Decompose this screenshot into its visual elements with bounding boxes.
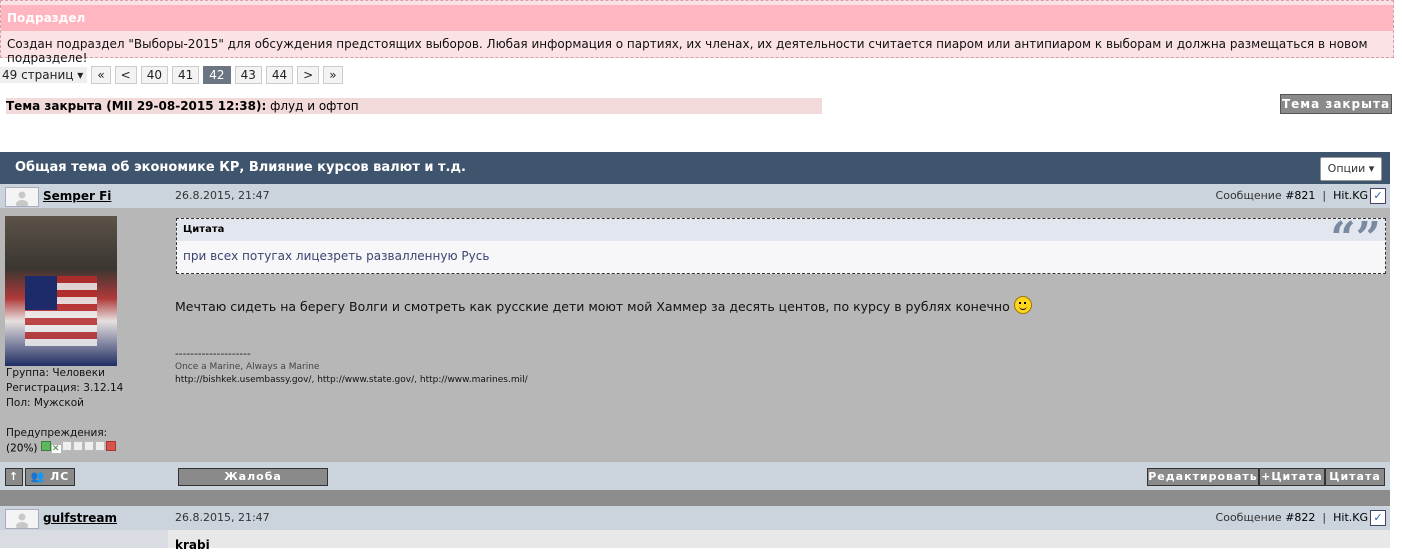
- page-44[interactable]: 44: [265, 66, 294, 84]
- user-icon: [5, 187, 39, 208]
- multi-quote-button[interactable]: +Цитата: [1259, 468, 1325, 486]
- warning-minus-icon[interactable]: [40, 441, 51, 451]
- post-meta: Сообщение #822 | Hit.KG: [1215, 511, 1368, 524]
- select-post-checkbox[interactable]: ✓: [1370, 510, 1386, 526]
- signature-links: http://bishkek.usembassy.gov/, http://ww…: [175, 375, 528, 385]
- signature-separator: --------------------: [175, 348, 251, 360]
- post-meta: Сообщение #821 | Hit.KG: [1215, 189, 1368, 202]
- page-last[interactable]: »: [323, 66, 343, 84]
- options-button[interactable]: Опции ▾: [1320, 157, 1382, 181]
- post-header-2: gulfstream 26.8.2015, 21:47 Сообщение #8…: [0, 506, 1390, 530]
- closed-reason: флуд и офтоп: [270, 99, 359, 113]
- smile-icon: [1013, 296, 1032, 314]
- pm-label: ЛС: [50, 470, 70, 483]
- notice-title: Подраздел: [1, 5, 1393, 31]
- post-content-2: krabi: [168, 530, 1390, 552]
- warnings-link[interactable]: (20%): [6, 443, 38, 455]
- post-number-link[interactable]: #821: [1285, 189, 1315, 202]
- warning-x-icon: ✕: [51, 444, 61, 454]
- signature-link-state[interactable]: http://www.state.gov/: [317, 375, 414, 385]
- report-button[interactable]: Жалоба модератору: [178, 468, 328, 499]
- multi-quote-label: +Цитата: [1261, 470, 1323, 483]
- warning-cell: [83, 441, 94, 451]
- quote-text: при всех потугах лицезреть развалленную …: [183, 249, 490, 263]
- signature-link-embassy[interactable]: http://bishkek.usembassy.gov/: [175, 375, 311, 385]
- quote-block: Цитата при всех потугах лицезреть развал…: [176, 213, 1386, 274]
- signature-link-marines[interactable]: http://www.marines.mil/: [420, 375, 528, 385]
- user-avatar: [5, 216, 117, 366]
- post-header: Semper Fi 26.8.2015, 21:47 Сообщение #82…: [0, 184, 1390, 208]
- page-next[interactable]: >: [297, 66, 320, 84]
- flag-canton-icon: [25, 276, 57, 310]
- page-first[interactable]: «: [91, 66, 111, 84]
- warnings-bar: ✕: [40, 441, 117, 456]
- page-43[interactable]: 43: [234, 66, 262, 84]
- pagination: 49 страниц ▾ « < 40 41 42 43 44 > »: [0, 66, 343, 84]
- message-label: Сообщение: [1215, 511, 1282, 524]
- edit-button[interactable]: Редактировать: [1147, 468, 1259, 486]
- topic-closed-button[interactable]: Тема закрыта: [1280, 94, 1392, 114]
- hitkg-link[interactable]: Hit.KG: [1333, 189, 1368, 202]
- pm-button[interactable]: 👥 ЛС: [25, 468, 75, 486]
- post-author-link[interactable]: gulfstream: [43, 511, 117, 525]
- post-body-2: krabi: [0, 530, 1390, 552]
- warning-cell: [94, 441, 105, 451]
- signature-motto: Once a Marine, Always a Marine: [175, 362, 320, 372]
- quote-header: Цитата: [177, 219, 1385, 241]
- topic-closed-banner: Тема закрыта (MII 29-08-2015 12:38): флу…: [6, 98, 822, 114]
- user-icon: [5, 509, 39, 530]
- warning-cell: [72, 441, 83, 451]
- users-icon: 👥: [30, 470, 46, 483]
- quoted-author: krabi: [175, 538, 210, 552]
- closed-label: Тема закрыта (MII 29-08-2015 12:38):: [6, 99, 267, 113]
- quote-button[interactable]: Цитата: [1325, 468, 1385, 486]
- scroll-top-button[interactable]: ↑: [5, 468, 23, 486]
- user-gender: Пол: Мужской: [6, 397, 85, 409]
- signature: -------------------- Once a Marine, Alwa…: [175, 348, 528, 385]
- select-post-checkbox[interactable]: ✓: [1370, 188, 1386, 204]
- post-message: Мечтаю сидеть на берегу Волги и смотреть…: [175, 296, 1032, 314]
- post-body: Группа: Человеки Регистрация: 3.12.14 По…: [0, 208, 1390, 462]
- post-author-link[interactable]: Semper Fi: [43, 189, 111, 203]
- quote-marks-icon: “”: [1330, 213, 1381, 264]
- chevron-down-icon: ▾: [1368, 162, 1375, 175]
- notice-box: Подраздел Создан подраздел "Выборы-2015"…: [0, 0, 1394, 65]
- arrow-up-icon: ↑: [8, 470, 20, 483]
- page-42-current: 42: [203, 66, 231, 84]
- post-number-link[interactable]: #822: [1285, 511, 1315, 524]
- chevron-down-icon: ▾: [77, 68, 84, 82]
- warnings-label: Предупреждения:: [6, 427, 108, 439]
- warning-cell: [61, 441, 72, 451]
- page-40[interactable]: 40: [140, 66, 169, 84]
- post-date: 26.8.2015, 21:47: [175, 189, 270, 202]
- topic-header: Общая тема об экономике КР, Влияние курс…: [0, 152, 1390, 184]
- notice-text: Создан подраздел "Выборы-2015" для обсуж…: [7, 37, 1368, 65]
- post-date: 26.8.2015, 21:47: [175, 511, 270, 524]
- post-separator: [0, 490, 1390, 506]
- options-label: Опции: [1327, 162, 1366, 175]
- user-registration: Регистрация: 3.12.14: [6, 382, 124, 394]
- user-info: Группа: Человеки Регистрация: 3.12.14 По…: [6, 366, 123, 457]
- warning-plus-icon[interactable]: [105, 441, 116, 451]
- pages-label: 49 страниц: [2, 68, 74, 82]
- topic-title: Общая тема об экономике КР, Влияние курс…: [15, 160, 466, 175]
- post-actions: ↑ 👥 ЛС Жалоба модератору Редактировать +…: [0, 462, 1390, 499]
- pages-dropdown[interactable]: 49 страниц ▾: [0, 67, 88, 83]
- page-41[interactable]: 41: [172, 66, 200, 84]
- page-prev[interactable]: <: [114, 66, 137, 84]
- message-label: Сообщение: [1215, 189, 1282, 202]
- user-group: Группа: Человеки: [6, 367, 105, 379]
- hitkg-link[interactable]: Hit.KG: [1333, 511, 1368, 524]
- post-message-text: Мечтаю сидеть на берегу Волги и смотреть…: [175, 299, 1010, 314]
